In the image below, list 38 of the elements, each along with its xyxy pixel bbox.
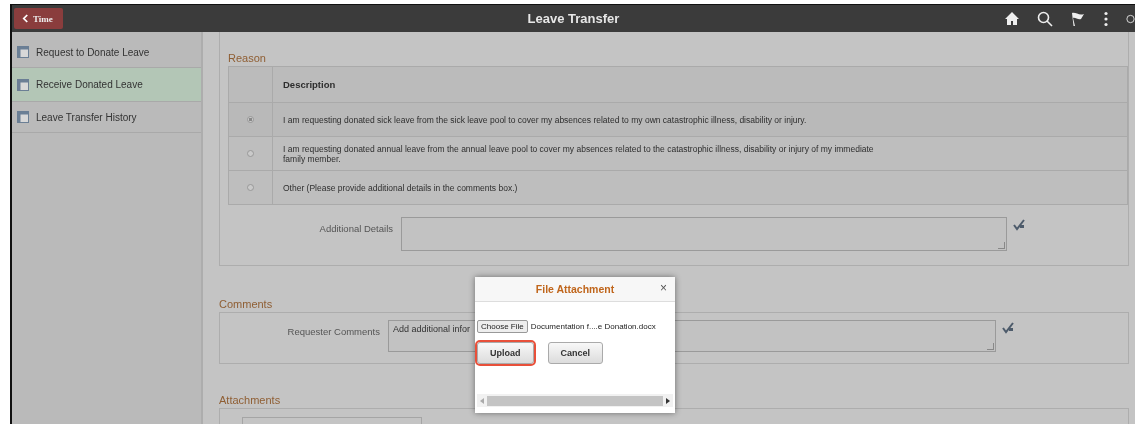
choose-file-button[interactable]: Choose File xyxy=(477,320,528,333)
close-button[interactable]: × xyxy=(660,282,667,294)
search-icon[interactable] xyxy=(1037,10,1053,27)
table-cell-text: I am requesting donated annual leave from the annual leave pool to cover my absences related to the catastrophic illness, disability or injury of my immediate family member. xyxy=(282,142,875,166)
radio-button[interactable] xyxy=(247,184,254,191)
section-title: Reason xyxy=(228,52,266,64)
home-icon[interactable] xyxy=(1004,11,1020,26)
spell-check-icon[interactable] xyxy=(1013,219,1025,231)
sidebar-label: Leave Transfer History xyxy=(36,111,137,123)
field-label: Additional Details xyxy=(318,222,394,234)
chevron-left-icon xyxy=(22,14,29,23)
flag-icon[interactable] xyxy=(1070,10,1086,27)
radio-button[interactable] xyxy=(247,116,254,123)
page-icon xyxy=(17,46,29,58)
section-title: Comments xyxy=(219,298,273,310)
scroll-right-icon[interactable] xyxy=(666,397,670,404)
additional-details-field[interactable] xyxy=(401,217,1007,251)
dialog-button[interactable]: Cancel xyxy=(547,342,603,364)
file-name: Documentation f....e Donation.docx xyxy=(530,322,656,331)
table-cell-text: Other (Please provide additional details in the comments box.) xyxy=(282,181,519,195)
spell-check-icon[interactable] xyxy=(1002,322,1014,334)
back-button[interactable]: Time xyxy=(14,8,63,29)
dialog-title: File Attachment xyxy=(535,283,615,295)
more-icon[interactable] xyxy=(1103,10,1109,27)
horizontal-scrollbar[interactable] xyxy=(477,394,673,407)
section-title: Attachments xyxy=(219,394,281,406)
page-title: Leave Transfer xyxy=(527,11,620,26)
sidebar-item[interactable]: Receive Donated Leave xyxy=(12,68,201,102)
page-icon xyxy=(17,78,29,91)
page-icon xyxy=(17,111,29,123)
table-header: Description xyxy=(282,78,337,92)
table-cell-text: I am requesting donated sick leave from the sick leave pool to cover my absences related to my own catastrophic illness, disability or injury. xyxy=(282,113,808,127)
sidebar-label: Receive Donated Leave xyxy=(36,79,143,90)
dialog-button[interactable]: Upload xyxy=(477,342,534,364)
sidebar-label: Request to Donate Leave xyxy=(36,46,150,58)
field-label: Requester Comments xyxy=(286,325,381,337)
radio-button[interactable] xyxy=(247,150,254,157)
sidebar-item[interactable]: Leave Transfer History xyxy=(12,102,201,133)
